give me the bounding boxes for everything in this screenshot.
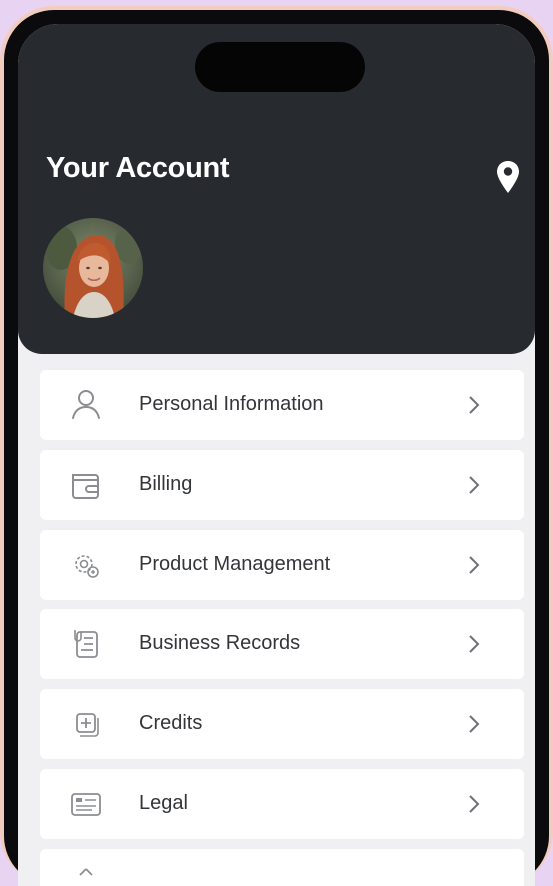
menu-item-label: Legal: [139, 791, 188, 814]
menu-item-billing[interactable]: Billing: [40, 449, 524, 520]
chevron-right-icon: [469, 555, 480, 574]
phone-frame: Your Account Personal Information Billin…: [0, 6, 553, 886]
records-icon: [74, 630, 98, 659]
person-icon: [72, 390, 100, 419]
chevron-right-icon: [469, 795, 480, 813]
dynamic-island: [195, 42, 365, 92]
wallet-icon: [72, 473, 99, 499]
menu-item-label: Credits: [139, 712, 203, 735]
gear-icon: [75, 554, 99, 578]
menu-item-business-records[interactable]: Business Records: [40, 609, 524, 680]
credits-icon: [76, 713, 99, 737]
chevron-right-icon: [469, 715, 480, 733]
app-screen: Your Account Personal Information Billin…: [18, 24, 535, 886]
profile-photo-icon: [43, 218, 143, 318]
avatar[interactable]: [43, 218, 143, 318]
phone-body: Your Account Personal Information Billin…: [4, 10, 549, 886]
menu-item-personal-information[interactable]: Personal Information: [40, 370, 524, 440]
chevron-right-icon: [469, 396, 480, 414]
menu-item-label: Business Records: [139, 632, 301, 655]
page-title: Your Account: [46, 152, 230, 184]
account-menu: Personal Information Billing Product Man…: [40, 370, 524, 886]
chevron-right-icon: [469, 476, 480, 494]
menu-item-product-management[interactable]: Product Management: [40, 529, 524, 600]
menu-item-partial[interactable]: [40, 848, 524, 886]
menu-item-label: Billing: [139, 472, 193, 495]
document-icon: [71, 793, 101, 816]
partial-icon: [79, 868, 93, 876]
chevron-right-icon: [469, 635, 480, 654]
account-header: Your Account: [18, 24, 535, 354]
menu-item-legal[interactable]: Legal: [40, 768, 524, 839]
menu-item-label: Product Management: [139, 552, 331, 575]
menu-item-label: Personal Information: [139, 393, 324, 415]
menu-item-credits[interactable]: Credits: [40, 689, 524, 760]
map-pin-icon[interactable]: [496, 160, 520, 194]
